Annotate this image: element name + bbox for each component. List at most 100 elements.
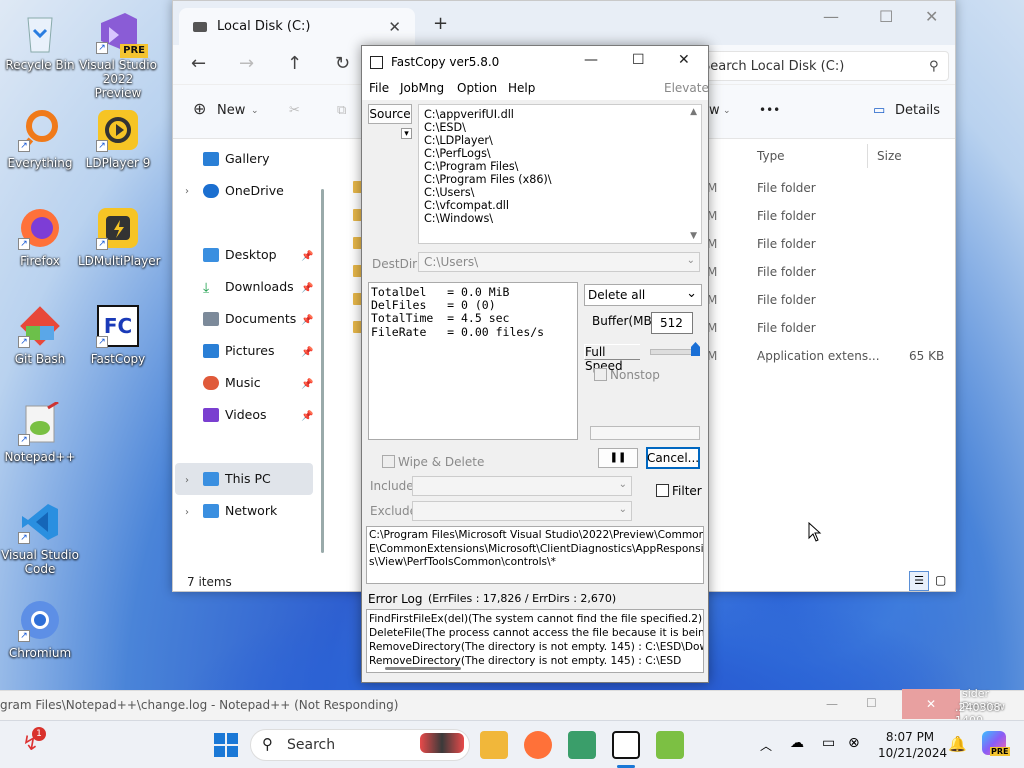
maximize-icon[interactable]: ☐ bbox=[866, 696, 877, 710]
source-button[interactable]: Source bbox=[368, 104, 412, 124]
desktop-icon-notepadpp[interactable]: ↗ Notepad++ bbox=[0, 400, 80, 464]
close-icon[interactable]: ✕ bbox=[925, 7, 938, 26]
nav-item-videos[interactable]: Videos bbox=[203, 407, 267, 422]
view-button[interactable]: w bbox=[709, 103, 720, 118]
fastcopy-window[interactable]: FastCopy ver5.8.0 — ☐ ✕ File JobMng Opti… bbox=[361, 45, 709, 683]
desktop-icon-fastcopy[interactable]: FC ↗ FastCopy bbox=[78, 302, 158, 366]
chevron-up-icon[interactable]: ︿ bbox=[760, 737, 772, 754]
chevron-right-icon[interactable]: › bbox=[185, 475, 189, 486]
refresh-icon[interactable]: ↻ bbox=[335, 53, 350, 74]
cut-icon[interactable]: ✂ bbox=[289, 103, 300, 118]
back-arrow-icon[interactable]: ← bbox=[191, 53, 206, 74]
details-view-icon[interactable]: ☰ bbox=[909, 571, 929, 591]
nav-item-gallery[interactable]: Gallery bbox=[203, 151, 270, 166]
desktop-icon-ldmultiplayer[interactable]: ↗ LDMultiPlayer bbox=[78, 204, 161, 268]
chevron-down-icon: ⌄ bbox=[723, 106, 731, 116]
display-icon[interactable]: ▭ bbox=[822, 735, 835, 751]
large-icons-view-icon[interactable]: ▢ bbox=[935, 573, 946, 587]
new-button[interactable]: New bbox=[217, 103, 245, 118]
chevron-down-icon[interactable]: ⌄ bbox=[687, 255, 695, 266]
pause-button[interactable]: ❚❚ bbox=[598, 448, 638, 468]
pin-icon[interactable]: 📌 bbox=[301, 379, 313, 390]
copy-icon[interactable]: ⧉ bbox=[337, 103, 346, 118]
exclude-input[interactable]: ⌄ bbox=[412, 501, 632, 521]
more-options-icon[interactable]: ••• bbox=[759, 103, 780, 117]
desktop-icon-everything[interactable]: ↗ Everything bbox=[0, 106, 80, 170]
desktop-icon-ldplayer[interactable]: ↗ LDPlayer 9 bbox=[78, 106, 158, 170]
nav-item-pictures[interactable]: Pictures bbox=[203, 343, 275, 358]
notification-bell-icon[interactable]: 🔔 bbox=[948, 735, 967, 753]
desktop-icon-label: Firefox bbox=[20, 254, 60, 268]
nav-item-onedrive[interactable]: OneDrive bbox=[203, 183, 284, 198]
wipe-delete-checkbox[interactable] bbox=[382, 455, 395, 468]
desktop-icon-chromium[interactable]: ↗ Chromium bbox=[0, 596, 80, 660]
start-windows-icon[interactable] bbox=[214, 733, 238, 757]
forward-arrow-icon[interactable]: → bbox=[239, 53, 254, 74]
nav-item-documents[interactable]: Documents bbox=[203, 311, 296, 326]
horizontal-scrollbar[interactable] bbox=[385, 667, 461, 670]
nav-scrollbar[interactable] bbox=[321, 189, 324, 553]
desktop-icon-recycle-bin[interactable]: Recycle Bin bbox=[0, 8, 80, 72]
fastcopy-taskbar-icon[interactable] bbox=[612, 731, 640, 759]
nav-item-music[interactable]: Music bbox=[203, 375, 261, 390]
firefox-taskbar-icon[interactable] bbox=[524, 731, 552, 759]
close-icon[interactable]: ✕ bbox=[678, 52, 690, 68]
desktop-icon-visual-studio[interactable]: PRE ↗ Visual Studio 2022 Preview bbox=[78, 8, 158, 100]
filter-checkbox[interactable] bbox=[656, 484, 669, 497]
speed-slider-thumb[interactable] bbox=[691, 342, 700, 356]
mode-select[interactable]: Delete all ⌄ bbox=[584, 284, 702, 306]
desktop-icon-firefox[interactable]: ↗ Firefox bbox=[0, 204, 80, 268]
explorer-tab[interactable]: Local Disk (C:) ✕ bbox=[179, 8, 415, 45]
pin-icon[interactable]: 📌 bbox=[301, 411, 313, 422]
minimize-icon[interactable]: — bbox=[823, 7, 839, 26]
nav-item-this-pc[interactable]: This PC bbox=[203, 471, 271, 486]
search-input[interactable]: Search Local Disk (C:) bbox=[693, 51, 949, 81]
chevron-right-icon[interactable]: › bbox=[185, 186, 189, 197]
desktop-icon-vscode[interactable]: ↗ Visual Studio Code bbox=[0, 498, 80, 576]
download-arrow-icon: ⤓ bbox=[203, 279, 210, 296]
pin-icon[interactable]: 📌 bbox=[301, 283, 313, 294]
buffer-input[interactable]: 512 bbox=[651, 312, 693, 334]
close-icon[interactable]: ✕ bbox=[902, 689, 960, 719]
column-header-type[interactable]: Type bbox=[757, 149, 785, 163]
volume-icon[interactable]: ⊗ bbox=[848, 735, 860, 751]
nav-item-downloads[interactable]: ⤓ Downloads bbox=[203, 279, 294, 296]
mouse-cursor-icon bbox=[808, 522, 822, 542]
details-button[interactable]: Details bbox=[895, 103, 940, 118]
error-log-panel[interactable]: FindFirstFileEx(del)(The system cannot f… bbox=[366, 609, 704, 673]
scroll-down-icon[interactable]: ▼ bbox=[690, 231, 697, 241]
notepadpp-window-titlebar[interactable]: gram Files\Notepad++\change.log - Notepa… bbox=[0, 687, 1024, 727]
nav-item-network[interactable]: Network bbox=[203, 503, 277, 518]
desktop-icon-git-bash[interactable]: ↗ Git Bash bbox=[0, 302, 80, 366]
column-header-size[interactable]: Size bbox=[877, 149, 902, 163]
scroll-up-icon[interactable]: ▲ bbox=[690, 107, 697, 117]
menu-file[interactable]: File bbox=[369, 81, 389, 95]
up-arrow-icon[interactable]: ↑ bbox=[287, 53, 302, 74]
source-dropdown-icon[interactable]: ▾ bbox=[401, 128, 412, 139]
menu-help[interactable]: Help bbox=[508, 81, 535, 95]
minimize-icon[interactable]: — bbox=[584, 52, 598, 68]
network-icon[interactable]: ☁ bbox=[790, 735, 804, 751]
menu-option[interactable]: Option bbox=[457, 81, 497, 95]
elevate-button[interactable]: Elevate bbox=[664, 81, 709, 95]
app-taskbar-icon[interactable] bbox=[568, 731, 596, 759]
maximize-icon[interactable]: ☐ bbox=[632, 52, 645, 68]
new-tab-button[interactable]: + bbox=[433, 13, 448, 34]
destdir-input[interactable]: C:\Users\ ⌄ bbox=[418, 252, 700, 272]
close-tab-icon[interactable]: ✕ bbox=[388, 18, 401, 36]
nav-item-desktop[interactable]: Desktop bbox=[203, 247, 277, 262]
menu-jobmng[interactable]: JobMng bbox=[400, 81, 444, 95]
source-list[interactable]: C:\appverifUI.dll C:\ESD\ C:\LDPlayer\ C… bbox=[418, 104, 702, 244]
maximize-icon[interactable]: ☐ bbox=[879, 7, 893, 26]
notepadpp-taskbar-icon[interactable] bbox=[656, 731, 684, 759]
pin-icon[interactable]: 📌 bbox=[301, 347, 313, 358]
pin-icon[interactable]: 📌 bbox=[301, 251, 313, 262]
include-input[interactable]: ⌄ bbox=[412, 476, 632, 496]
minimize-icon[interactable]: — bbox=[826, 697, 838, 711]
pin-icon[interactable]: 📌 bbox=[301, 315, 313, 326]
taskbar-clock[interactable]: 8:07 PM 10/21/2024 bbox=[878, 729, 947, 761]
chevron-right-icon[interactable]: › bbox=[185, 507, 189, 518]
file-explorer-taskbar-icon[interactable] bbox=[480, 731, 508, 759]
cancel-button[interactable]: Cancel... bbox=[646, 447, 700, 469]
nonstop-checkbox[interactable] bbox=[594, 368, 607, 381]
